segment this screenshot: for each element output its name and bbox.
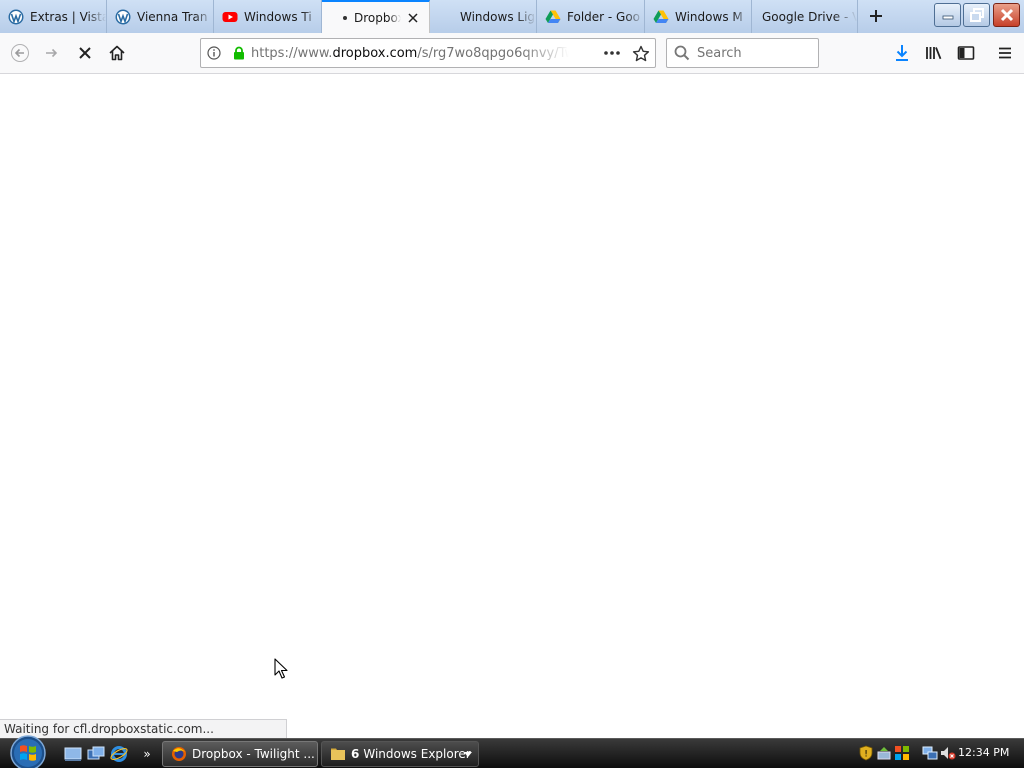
network-icon[interactable] (922, 745, 938, 761)
info-icon[interactable] (201, 46, 227, 60)
mouse-cursor-icon (274, 658, 288, 679)
tab-label: Windows M (675, 9, 743, 24)
hamburger-menu-icon (999, 47, 1011, 59)
system-clock[interactable]: 12:34 PM (958, 746, 1009, 759)
start-button[interactable] (6, 735, 50, 768)
search-input[interactable] (697, 45, 807, 61)
folder-icon (331, 748, 345, 760)
tab-label: Windows Lig (460, 9, 536, 24)
search-bar[interactable] (666, 38, 819, 68)
secure-lock-icon[interactable] (227, 46, 251, 60)
tab-label: Dropbox (354, 10, 401, 25)
tab-folder-google[interactable]: Folder - Goo (537, 0, 645, 33)
tab-dropbox[interactable]: Dropbox (322, 0, 430, 33)
tab-label: Google Drive - V (762, 9, 857, 24)
close-window-button[interactable] (993, 3, 1020, 27)
downloads-button[interactable] (887, 38, 917, 68)
tab-label: Vienna Tran (137, 9, 208, 24)
new-tab-button[interactable] (862, 4, 890, 28)
window-count: 6 (351, 747, 360, 761)
internet-explorer-icon[interactable] (109, 744, 129, 764)
sidebar-toggle-button[interactable] (951, 38, 981, 68)
switch-windows-icon[interactable] (86, 744, 106, 764)
tab-label: Windows Ti (244, 9, 312, 24)
wordpress-icon (8, 9, 24, 25)
minimize-button[interactable] (934, 3, 961, 27)
tab-strip: Extras | Vista Vienna Tran Windows Ti Dr… (0, 0, 1024, 33)
tab-google-drive[interactable]: Google Drive - V (752, 0, 858, 33)
chevron-down-icon (464, 752, 472, 757)
navigation-toolbar: https://www.dropbox.com/s/rg7wo8qpgo6qnv… (0, 33, 1024, 74)
windows-start-orb-icon (10, 735, 46, 768)
search-icon (667, 45, 697, 61)
wordpress-icon (115, 9, 131, 25)
library-icon (926, 47, 942, 60)
back-arrow-icon (11, 44, 29, 62)
google-drive-icon (653, 9, 669, 25)
close-icon (1000, 8, 1013, 22)
minimize-icon (942, 15, 953, 20)
windows-update-icon[interactable] (894, 745, 910, 761)
forward-arrow-icon (46, 48, 58, 58)
quick-launch-overflow-icon[interactable]: » (140, 744, 154, 764)
taskbar: » Dropbox - Twilight ... 6 Windows Explo… (0, 735, 1024, 768)
restore-button[interactable] (963, 3, 990, 27)
home-button[interactable] (102, 38, 132, 68)
tab-label: Folder - Goo (567, 9, 641, 24)
tab-extras-vista[interactable]: Extras | Vista (0, 0, 107, 33)
security-shield-icon[interactable]: ! (858, 745, 874, 761)
page-actions-icon[interactable] (603, 46, 621, 63)
tab-youtube-windows[interactable]: Windows Ti (214, 0, 322, 33)
show-desktop-icon[interactable] (63, 744, 83, 764)
menu-button[interactable] (990, 38, 1020, 68)
url-bar[interactable]: https://www.dropbox.com/s/rg7wo8qpgo6qnv… (200, 38, 656, 68)
library-button[interactable] (919, 38, 949, 68)
sidebar-icon (957, 46, 975, 60)
plus-icon (870, 10, 882, 22)
close-tab-icon[interactable] (405, 10, 421, 26)
safely-remove-hardware-icon[interactable] (876, 745, 892, 761)
loading-dot-icon (342, 10, 348, 26)
taskbar-button-label: Dropbox - Twilight ... (192, 747, 315, 761)
youtube-icon (222, 9, 238, 25)
stop-button[interactable] (70, 38, 100, 68)
taskbar-button-dropbox[interactable]: Dropbox - Twilight ... (162, 741, 318, 767)
url-text[interactable]: https://www.dropbox.com/s/rg7wo8qpgo6qnv… (251, 46, 569, 61)
tab-windows-m[interactable]: Windows M (645, 0, 752, 33)
back-button[interactable] (5, 38, 35, 68)
restore-icon (969, 8, 984, 22)
taskbar-button-windows-explorer[interactable]: 6 Windows Explorer (321, 741, 479, 767)
tab-windows-light[interactable]: Windows Lig (430, 0, 537, 33)
google-drive-icon (545, 9, 561, 25)
taskbar-button-label: Windows Explorer (363, 747, 471, 761)
stop-icon (79, 47, 91, 59)
tab-vienna-transformation[interactable]: Vienna Tran (107, 0, 214, 33)
volume-muted-icon[interactable] (940, 745, 956, 761)
download-arrow-icon (896, 45, 908, 61)
home-icon (109, 45, 125, 61)
bookmark-star-icon[interactable] (632, 45, 650, 66)
forward-button[interactable] (37, 38, 67, 68)
svg-text:!: ! (864, 750, 868, 760)
page-content (0, 74, 1024, 738)
tab-label: Extras | Vista (30, 9, 106, 24)
firefox-icon (172, 747, 186, 761)
